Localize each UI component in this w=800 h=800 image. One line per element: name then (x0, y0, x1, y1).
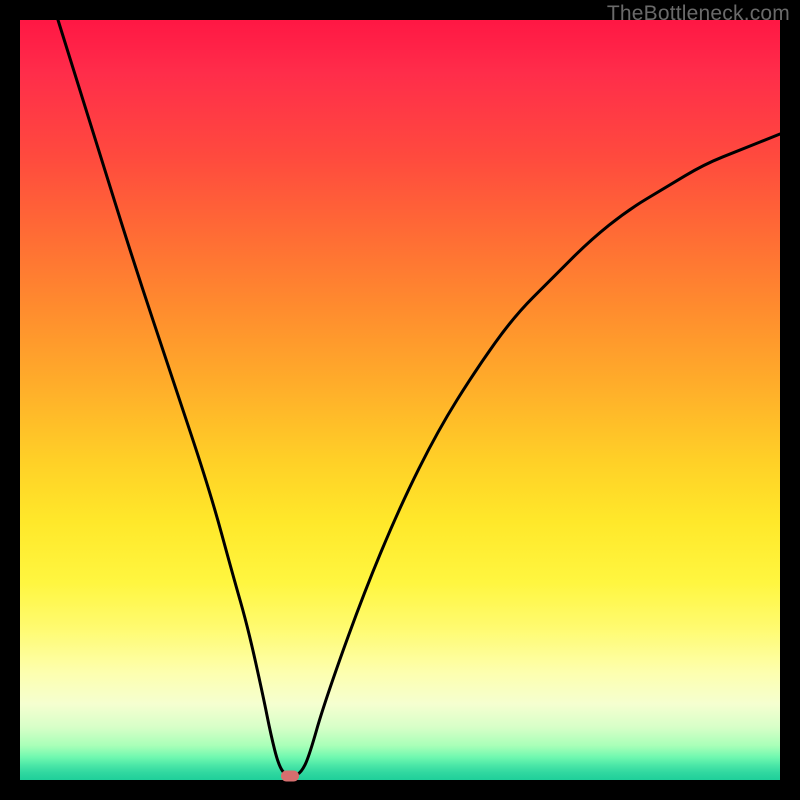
chart-container: TheBottleneck.com (0, 0, 800, 800)
plot-area (20, 20, 780, 780)
bottleneck-curve (20, 20, 780, 780)
watermark-text: TheBottleneck.com (607, 2, 790, 26)
minimum-marker (281, 771, 299, 782)
